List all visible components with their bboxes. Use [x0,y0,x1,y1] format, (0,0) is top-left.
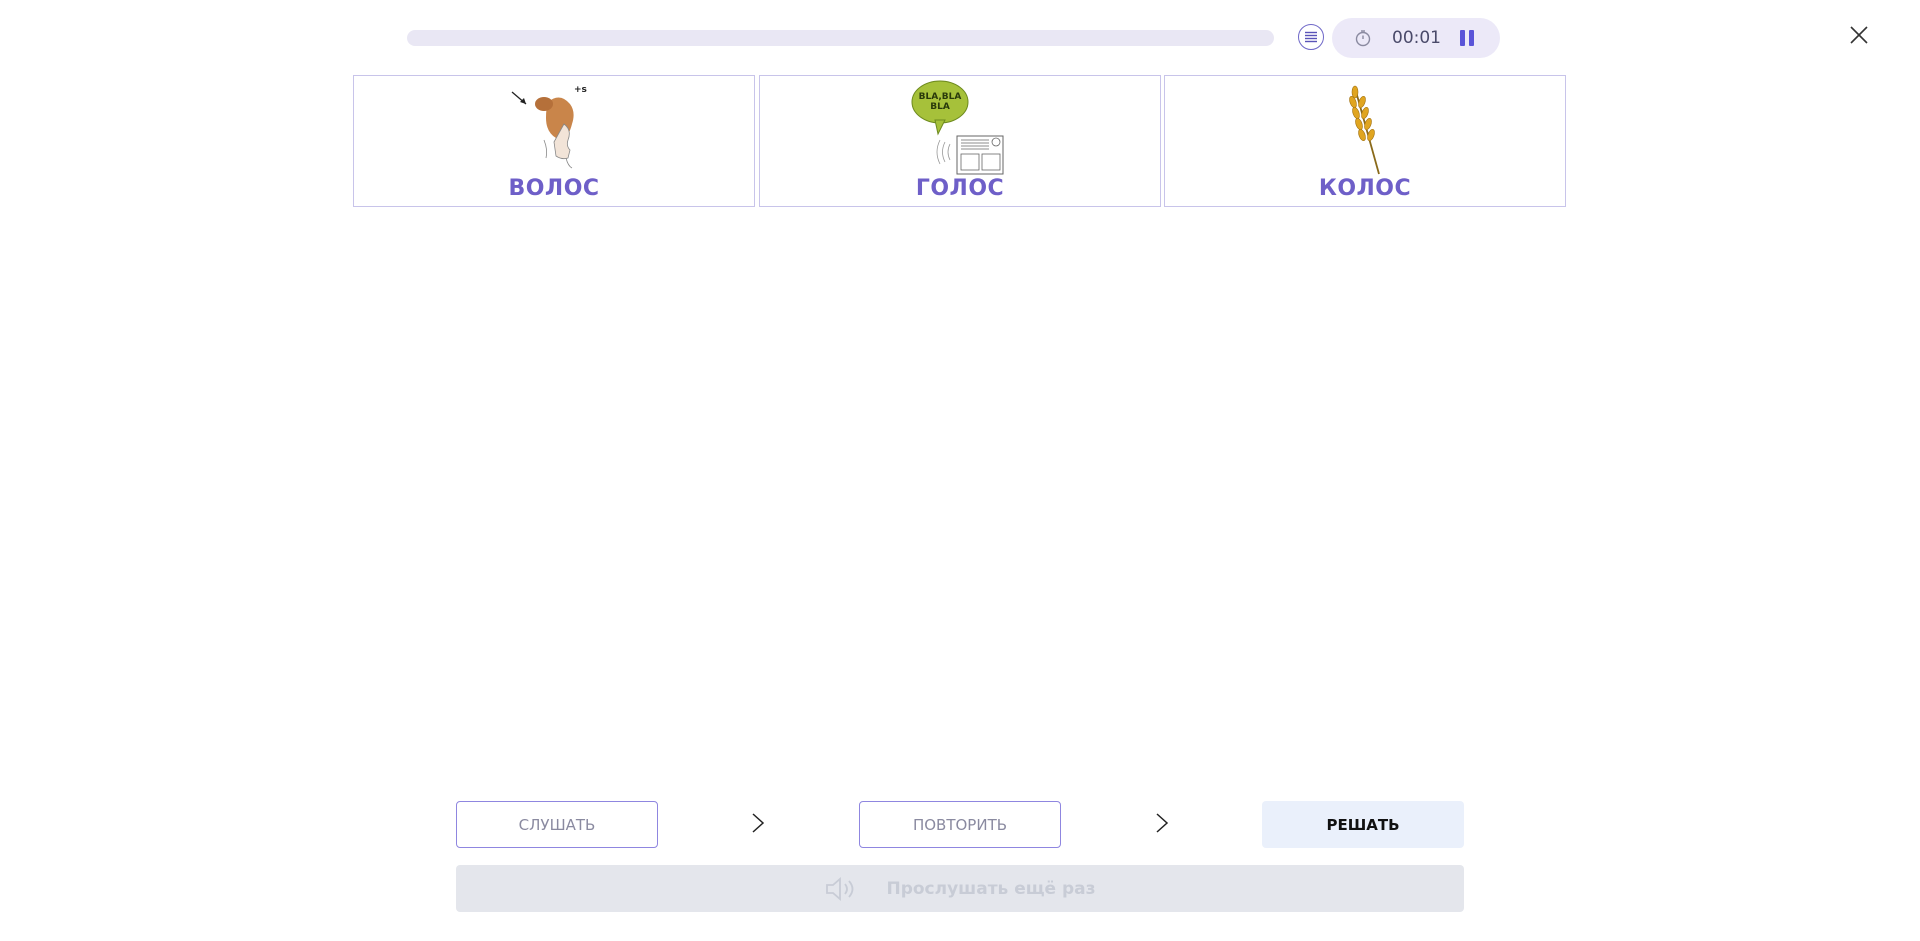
timer: 00:01 [1332,18,1500,58]
pause-icon[interactable] [1458,29,1476,47]
listen-again-button[interactable]: Прослушать ещё раз [456,865,1464,912]
stopwatch-icon [1355,30,1371,47]
list-menu-button[interactable] [1298,24,1324,50]
close-icon[interactable] [1848,24,1870,46]
wheat-ear-illustration-icon [1349,85,1380,175]
chevron-right-icon [752,813,765,833]
hair-annotation: +s [574,85,587,95]
answer-card-kolos[interactable]: КОЛОС [1164,75,1566,207]
hair-illustration-icon: +s [511,85,587,169]
answer-card-volos[interactable]: +s ВОЛОС [353,75,755,207]
bubble-text-2: BLA [930,102,950,112]
listen-button[interactable]: СЛУШАТЬ [456,801,658,848]
solve-button[interactable]: РЕШАТЬ [1262,801,1464,848]
timer-value: 00:01 [1392,28,1441,48]
voice-radio-illustration-icon: BLA,BLA BLA [911,80,1004,175]
list-icon [1305,31,1317,43]
chevron-right-icon [1156,813,1169,833]
bubble-text-1: BLA,BLA [919,92,962,102]
card-label: КОЛОС [1318,176,1412,201]
answer-card-golos[interactable]: BLA,BLA BLA ГОЛОС [759,75,1161,207]
listen-again-label: Прослушать ещё раз [886,878,1096,899]
card-label: ГОЛОС [915,176,1005,201]
repeat-button[interactable]: ПОВТОРИТЬ [859,801,1061,848]
progress-bar [407,30,1274,46]
speaker-icon [826,876,854,901]
card-label: ВОЛОС [508,176,600,201]
